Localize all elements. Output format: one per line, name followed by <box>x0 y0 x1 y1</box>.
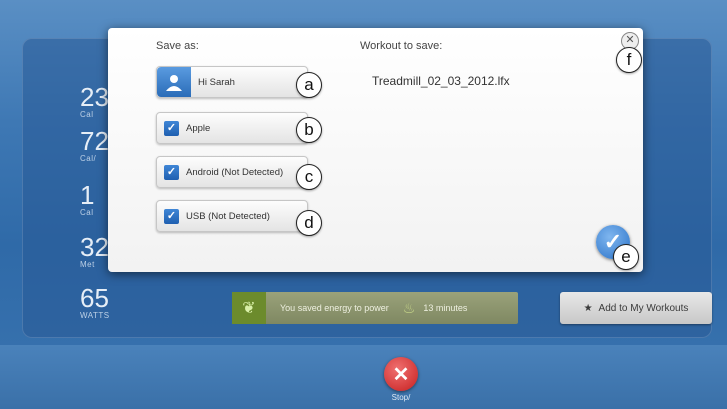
stat-value: 65 <box>80 283 109 313</box>
add-to-my-workouts-label: Add to My Workouts <box>598 302 689 314</box>
callout-e: e <box>613 244 639 270</box>
android-option[interactable]: ✓ Android (Not Detected) <box>156 156 308 188</box>
user-name: Hi Sarah <box>198 76 235 88</box>
apple-option[interactable]: ✓ Apple <box>156 112 308 144</box>
callout-a: a <box>296 72 322 98</box>
stat-calories: 23 Cal <box>80 84 109 119</box>
bottom-bar <box>0 345 727 409</box>
console-screen: 23 Cal 72 Cal/ 1 Cal 32 Met 65 WATTS ❦ Y… <box>0 0 727 409</box>
save-as-label: Save as: <box>156 40 199 52</box>
checkbox-checked-icon[interactable]: ✓ <box>164 208 179 224</box>
apple-label: Apple <box>186 122 211 134</box>
stop-label: Stop/ <box>391 393 411 402</box>
callout-c: c <box>296 164 322 190</box>
stat-value: 32 <box>80 232 109 262</box>
usb-option[interactable]: ✓ USB (Not Detected) <box>156 200 308 232</box>
stat-unit: Cal <box>80 208 94 217</box>
lightbulb-icon: ♨ <box>402 299 416 316</box>
checkbox-checked-icon[interactable]: ✓ <box>164 120 179 136</box>
workout-to-save-label: Workout to save: <box>360 40 443 52</box>
usb-label: USB (Not Detected) <box>186 210 270 222</box>
user-account-button[interactable]: Hi Sarah <box>156 66 308 98</box>
stat-value: 72 <box>80 126 109 156</box>
stat-calories-rate: 72 Cal/ <box>80 128 109 163</box>
stat-watts: 65 WATTS <box>80 285 110 320</box>
stop-button[interactable]: ✕ <box>384 357 418 391</box>
save-workout-dialog: Save as: Workout to save: Hi Sarah ✓ App… <box>108 28 643 272</box>
energy-text: You saved energy to power <box>280 303 389 313</box>
callout-d: d <box>296 210 322 236</box>
callout-f: f <box>616 47 642 73</box>
stat-value: 23 <box>80 82 109 112</box>
leaf-icon: ❦ <box>232 292 266 324</box>
stat-unit: WATTS <box>80 311 110 320</box>
android-label: Android (Not Detected) <box>186 166 284 178</box>
add-to-my-workouts-button[interactable]: ★ Add to My Workouts <box>560 292 712 324</box>
workout-filename: Treadmill_02_03_2012.lfx <box>372 74 510 88</box>
stat-value: 1 <box>80 180 95 210</box>
energy-saved-banner: ❦ You saved energy to power ♨ 13 minutes <box>232 292 518 324</box>
checkbox-checked-icon[interactable]: ✓ <box>164 164 179 180</box>
x-icon: ✕ <box>392 363 410 386</box>
callout-b: b <box>296 117 322 143</box>
star-icon: ★ <box>583 302 593 314</box>
user-avatar-icon <box>157 67 191 97</box>
energy-minutes: 13 minutes <box>423 303 468 313</box>
stat-cal: 1 Cal <box>80 182 94 217</box>
stat-mets: 32 Met <box>80 234 109 269</box>
